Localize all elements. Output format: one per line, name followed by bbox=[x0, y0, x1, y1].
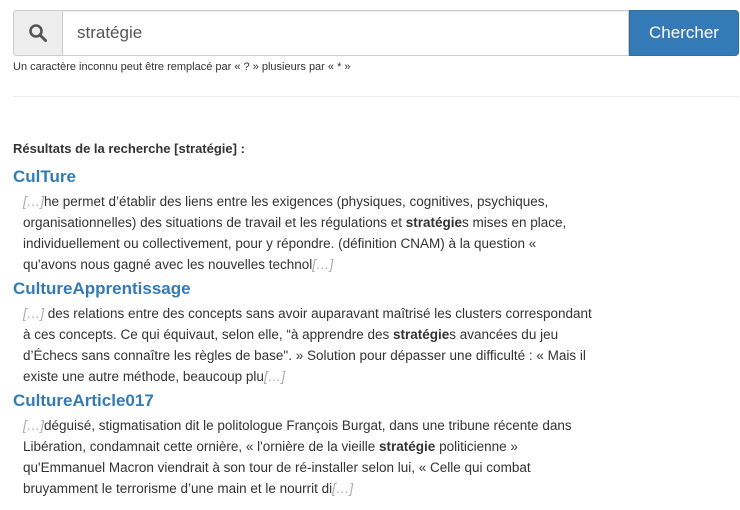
result-snippet: […] des relations entre des concepts san… bbox=[23, 303, 593, 387]
ellipsis-marker: […] bbox=[332, 481, 354, 496]
results-heading: Résultats de la recherche [stratégie] : bbox=[13, 141, 245, 156]
ellipsis-marker: […] bbox=[312, 257, 334, 272]
ellipsis-marker: […] bbox=[23, 306, 45, 321]
result-title-link[interactable]: CultureArticle017 bbox=[13, 391, 593, 411]
result-item: CulTure […]he permet d’établir des liens… bbox=[13, 167, 593, 275]
search-match-highlight: stratégie bbox=[392, 327, 450, 342]
result-title-link[interactable]: CulTure bbox=[13, 167, 593, 187]
result-item: CultureApprentissage […] des relations e… bbox=[13, 279, 593, 387]
search-hint: Un caractère inconnu peut être remplacé … bbox=[13, 61, 351, 73]
ellipsis-marker: […] bbox=[23, 418, 45, 433]
search-match-highlight: stratégie bbox=[405, 215, 463, 230]
divider bbox=[13, 96, 739, 97]
result-snippet: […]he permet d’établir des liens entre l… bbox=[23, 191, 593, 275]
search-bar: Chercher bbox=[13, 10, 739, 56]
result-title-link[interactable]: CultureApprentissage bbox=[13, 279, 593, 299]
search-input[interactable] bbox=[62, 10, 629, 56]
result-item: CultureArticle017 […]déguisé, stigmatisa… bbox=[13, 391, 593, 499]
search-button[interactable]: Chercher bbox=[629, 10, 739, 56]
result-snippet: […]déguisé, stigmatisation dit le polito… bbox=[23, 415, 593, 499]
search-icon bbox=[13, 10, 62, 56]
search-match-highlight: stratégie bbox=[379, 439, 436, 454]
ellipsis-marker: […] bbox=[23, 194, 45, 209]
ellipsis-marker: […] bbox=[263, 369, 285, 384]
